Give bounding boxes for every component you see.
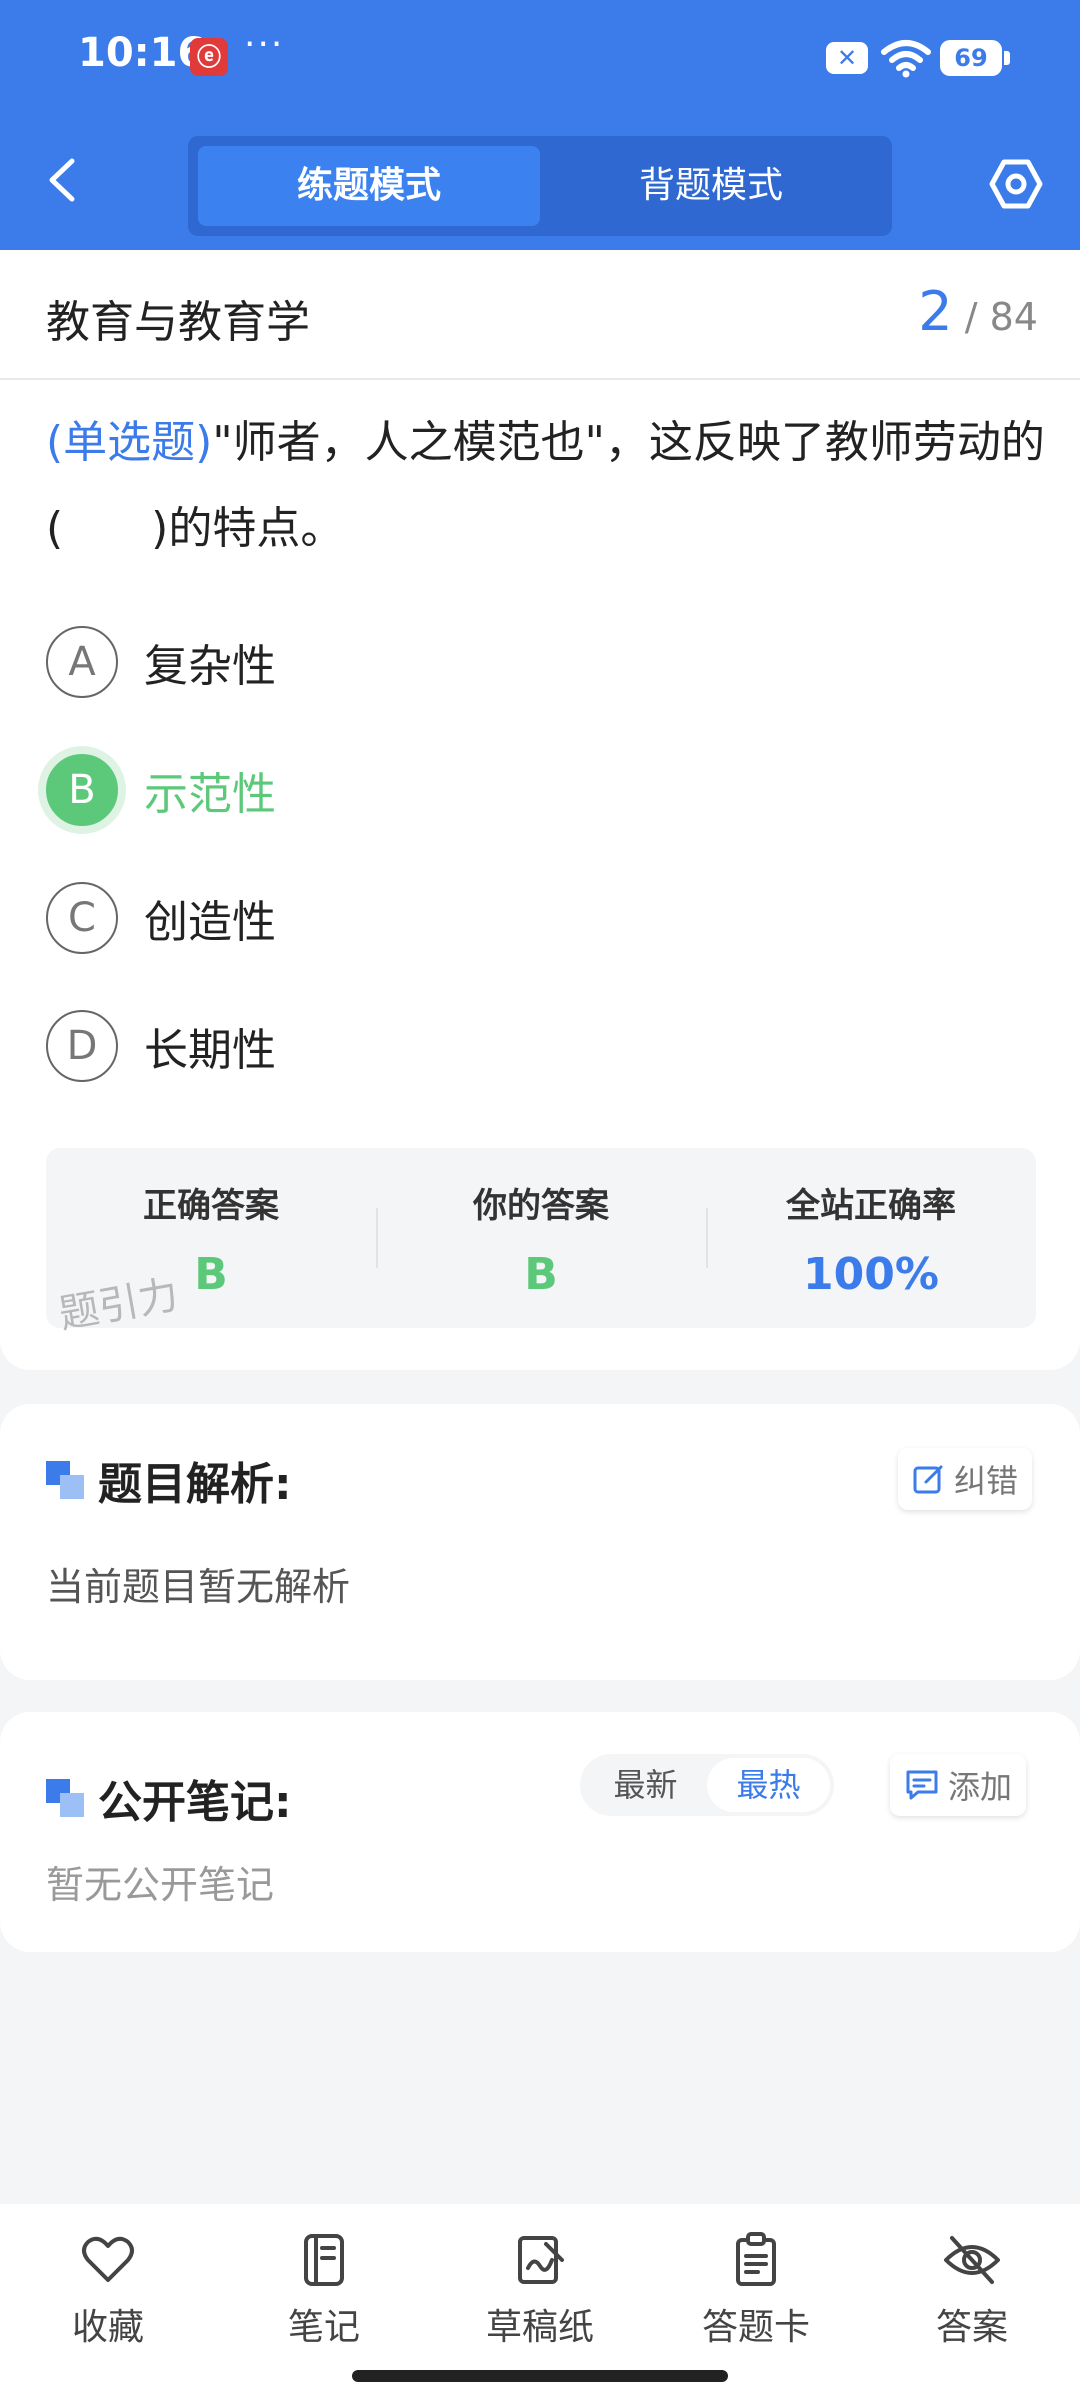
option-c[interactable]: C 创造性 (46, 882, 276, 954)
tab-practice-mode[interactable]: 练题模式 (198, 146, 540, 226)
option-letter: D (46, 1010, 118, 1082)
answer-card-icon (736, 2232, 776, 2286)
your-answer-label: 你的答案 (473, 1186, 609, 1226)
public-notes-card: 公开笔记: 最新 最热 添加 暂无公开笔记 (0, 1712, 1080, 1952)
nav-favorite[interactable]: 收藏 (0, 2204, 216, 2400)
add-note-button[interactable]: 添加 (890, 1754, 1027, 1816)
more-notifications-icon: ··· (244, 24, 285, 65)
comment-icon (906, 1770, 938, 1800)
draft-icon (518, 2236, 564, 2284)
section-marker-icon (46, 1779, 84, 1817)
subject-bar: 教育与教育学 2 / 84 (0, 250, 1080, 380)
battery-icon: 69 (940, 40, 1010, 76)
analysis-header: 题目解析: (46, 1448, 292, 1512)
option-d[interactable]: D 长期性 (46, 1010, 276, 1082)
question-type: (单选题) (46, 417, 213, 468)
option-letter: A (46, 626, 118, 698)
correct-answer-label: 正确答案 (143, 1186, 279, 1226)
accuracy-label: 全站正确率 (786, 1186, 956, 1226)
notes-sort-tabs: 最新 最热 (580, 1754, 834, 1816)
mode-switch: 练题模式 背题模式 (188, 136, 892, 236)
edit-icon (913, 1465, 943, 1494)
sort-hot-tab[interactable]: 最热 (707, 1758, 830, 1812)
eye-off-icon (944, 2236, 1000, 2284)
option-a[interactable]: A 复杂性 (46, 626, 276, 698)
back-icon[interactable] (42, 155, 82, 205)
status-bar: 10:16 ⓔ ··· ✕ 69 (0, 0, 1080, 120)
question-card: (单选题)"师者，人之模范也"，这反映了教师劳动的( )的特点。 A 复杂性 B… (0, 380, 1080, 1370)
option-text: 创造性 (144, 897, 276, 948)
notebook-icon (304, 2234, 344, 2286)
analysis-body: 当前题目暂无解析 (46, 1565, 351, 1609)
nav-label: 笔记 (287, 2307, 360, 2348)
notes-header: 公开笔记: (46, 1766, 292, 1830)
nav-answer[interactable]: 答案 (864, 2204, 1080, 2400)
total-question-count: / 84 (964, 295, 1038, 339)
notes-title: 公开笔记: (98, 1777, 292, 1828)
current-question-number: 2 (918, 280, 953, 343)
your-answer-column: 你的答案 B (376, 1148, 706, 1328)
question-stem: (单选题)"师者，人之模范也"，这反映了教师劳动的( )的特点。 (46, 400, 1046, 572)
analysis-card: 题目解析: 纠错 当前题目暂无解析 (0, 1404, 1080, 1680)
add-note-label: 添加 (948, 1768, 1013, 1806)
section-marker-icon (46, 1461, 84, 1499)
option-letter: B (46, 754, 118, 826)
netease-music-icon: ⓔ (190, 38, 228, 76)
no-sim-icon: ✕ (826, 42, 868, 74)
app-header: 10:16 ⓔ ··· ✕ 69 练题模式 背题模式 (0, 0, 1080, 250)
your-answer-value: B (524, 1249, 558, 1300)
answer-result-panel: 正确答案 B 你的答案 B 全站正确率 100% (46, 1148, 1036, 1328)
tab-memorize-mode[interactable]: 背题模式 (540, 146, 882, 226)
heart-icon (82, 2236, 134, 2282)
option-b[interactable]: B 示范性 (46, 754, 276, 826)
home-indicator[interactable] (352, 2370, 728, 2382)
nav-label: 答案 (935, 2307, 1008, 2348)
accuracy-value: 100% (803, 1249, 939, 1300)
settings-icon[interactable] (988, 156, 1044, 212)
accuracy-column: 全站正确率 100% (706, 1148, 1036, 1328)
option-letter: C (46, 882, 118, 954)
wifi-icon (881, 40, 931, 78)
option-text: 长期性 (144, 1025, 276, 1076)
sort-latest-tab[interactable]: 最新 (584, 1758, 707, 1812)
report-error-label: 纠错 (954, 1462, 1019, 1500)
subject-title: 教育与教育学 (46, 297, 310, 348)
option-text: 示范性 (144, 769, 276, 820)
nav-label: 答题卡 (701, 2307, 810, 2348)
nav-label: 草稿纸 (485, 2307, 594, 2348)
report-error-button[interactable]: 纠错 (898, 1448, 1033, 1510)
analysis-title: 题目解析: (98, 1459, 292, 1510)
option-text: 复杂性 (144, 641, 276, 692)
status-time: 10:16 (78, 30, 206, 76)
question-progress[interactable]: 2 / 84 (918, 280, 1038, 343)
nav-label: 收藏 (71, 2307, 144, 2348)
notes-body: 暂无公开笔记 (46, 1863, 275, 1907)
